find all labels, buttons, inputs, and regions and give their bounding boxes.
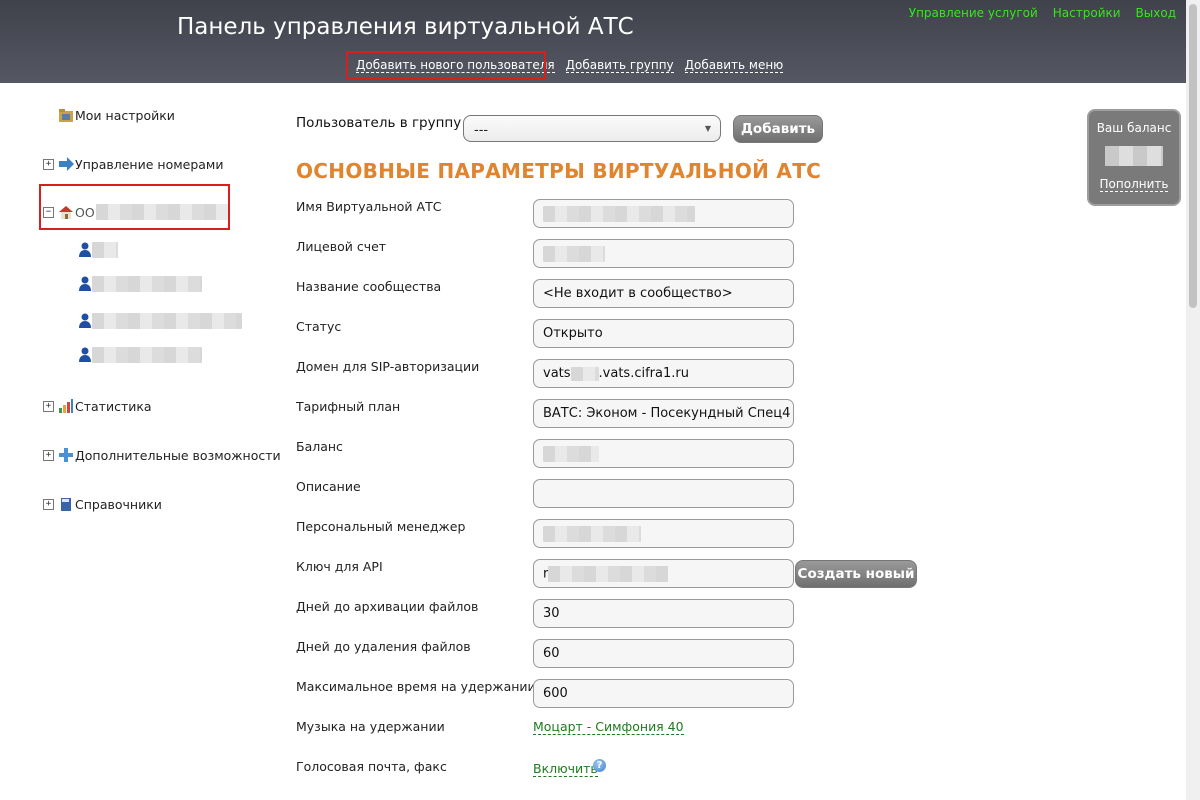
hold-time-label: Максимальное время на удержании (296, 679, 536, 694)
sip-domain-label: Домен для SIP-авторизации (296, 359, 480, 374)
delete-days-field[interactable]: 60 (533, 639, 794, 668)
add-menu-link[interactable]: Добавить меню (684, 58, 784, 73)
plus-cross-icon (58, 447, 74, 463)
sidebar-item-my-settings[interactable]: Мои настройки (58, 106, 175, 124)
vats-name-field[interactable] (533, 199, 794, 228)
balance-box: Ваш баланс Пополнить (1087, 109, 1181, 206)
sip-domain-prefix: vats (543, 366, 571, 381)
api-key-field[interactable]: r (533, 559, 794, 588)
sidebar-label-numbers: Управление номерами (75, 156, 224, 172)
sidebar-label-extra: Дополнительные возможности (75, 447, 281, 463)
sidebar-user-1[interactable] (78, 242, 118, 258)
user-icon (78, 275, 92, 294)
redacted-user-name (92, 313, 242, 329)
user-icon (78, 346, 92, 365)
archive-days-field[interactable]: 30 (533, 599, 794, 628)
hold-music-label: Музыка на удержании (296, 719, 445, 734)
sidebar-label-directories: Справочники (75, 496, 162, 512)
logout-link[interactable]: Выход (1136, 6, 1176, 20)
api-key-label: Ключ для API (296, 559, 383, 574)
sidebar-user-2[interactable] (78, 276, 202, 292)
top-up-row: Пополнить (1089, 177, 1179, 192)
sip-domain-suffix: .vats.cifra1.ru (598, 366, 689, 381)
settings-link[interactable]: Настройки (1053, 6, 1121, 20)
create-new-key-button[interactable]: Создать новый (795, 560, 917, 588)
hold-music-link[interactable]: Моцарт - Симфония 40 (533, 719, 684, 735)
balance-title: Ваш баланс (1096, 121, 1172, 135)
sidebar-item-extra[interactable]: + Дополнительные возможности (43, 446, 281, 464)
top-links: Управление услугой Настройки Выход (894, 6, 1176, 20)
top-up-link[interactable]: Пополнить (1099, 177, 1169, 192)
status-field[interactable]: Открыто (533, 319, 794, 348)
page-scrollbar[interactable] (1186, 0, 1200, 800)
archive-days-label: Дней до архивации файлов (296, 599, 479, 614)
account-label: Лицевой счет (296, 239, 387, 254)
redacted-balance-value (1105, 146, 1163, 166)
redacted-value (543, 446, 599, 462)
user-icon (78, 312, 92, 331)
section-title: ОСНОВНЫЕ ПАРАМЕТРЫ ВИРТУАЛЬНОЙ АТС (296, 159, 822, 183)
user-to-group-label: Пользователь в группу (296, 115, 462, 131)
expand-toggle[interactable]: + (43, 498, 54, 510)
add-user-highlight (346, 51, 546, 80)
hold-time-field[interactable]: 600 (533, 679, 794, 708)
app-title: Панель управления виртуальной АТС (177, 14, 634, 40)
voicemail-enable-link[interactable]: Включить (533, 761, 598, 777)
manager-label: Персональный менеджер (296, 519, 466, 534)
voicemail-label: Голосовая почта, факс (296, 759, 447, 774)
expand-toggle[interactable]: + (43, 449, 54, 461)
description-label: Описание (296, 479, 361, 494)
community-field[interactable]: <Не входит в сообщество> (533, 279, 794, 308)
redacted-value (548, 566, 669, 582)
expand-toggle[interactable]: + (43, 400, 54, 412)
sidebar-item-directories[interactable]: + Справочники (43, 495, 162, 513)
service-management-link[interactable]: Управление услугой (909, 6, 1038, 20)
folder-settings-icon (58, 107, 74, 123)
tariff-label: Тарифный план (296, 399, 401, 414)
sidebar-user-3[interactable] (78, 313, 242, 329)
sip-domain-field[interactable]: vats .vats.cifra1.ru (533, 359, 794, 388)
bar-chart-icon (58, 398, 74, 414)
status-label: Статус (296, 319, 342, 334)
redacted-value (543, 206, 695, 222)
account-field[interactable] (533, 239, 794, 268)
redacted-user-name (92, 347, 202, 363)
vats-name-label: Имя Виртуальной АТС (296, 199, 442, 214)
sidebar-user-4[interactable] (78, 347, 202, 363)
user-icon (78, 241, 92, 260)
redacted-user-name (92, 242, 118, 258)
redacted-value (543, 526, 641, 542)
sidebar-item-numbers[interactable]: + Управление номерами (43, 155, 223, 173)
balance-field[interactable] (533, 439, 794, 468)
redacted-user-name (92, 276, 202, 292)
sidebar-label-statistics: Статистика (75, 398, 152, 414)
help-icon[interactable]: ? (593, 759, 606, 772)
add-group-link[interactable]: Добавить группу (565, 58, 674, 73)
chevron-down-icon: ▼ (704, 124, 711, 133)
group-select-value: --- (474, 123, 489, 138)
scrollbar-thumb[interactable] (1189, 4, 1197, 308)
manager-field[interactable] (533, 519, 794, 548)
redacted-value (570, 366, 599, 381)
organization-highlight (39, 184, 230, 230)
book-icon (58, 496, 74, 512)
redacted-value (543, 246, 605, 262)
header-bar: Панель управления виртуальной АТС Управл… (0, 0, 1186, 83)
expand-toggle[interactable]: + (43, 158, 54, 170)
community-label: Название сообщества (296, 279, 442, 294)
sidebar-item-statistics[interactable]: + Статистика (43, 397, 152, 415)
arrow-right-icon (58, 156, 74, 172)
description-field[interactable] (533, 479, 794, 508)
tariff-field[interactable]: ВАТС: Эконом - Посекундный Спец4 (533, 399, 794, 428)
balance-label: Баланс (296, 439, 343, 454)
sidebar-label-my-settings: Мои настройки (75, 107, 175, 123)
add-to-group-button[interactable]: Добавить (733, 115, 823, 143)
group-select[interactable]: --- ▼ (463, 115, 721, 142)
delete-days-label: Дней до удаления файлов (296, 639, 471, 654)
